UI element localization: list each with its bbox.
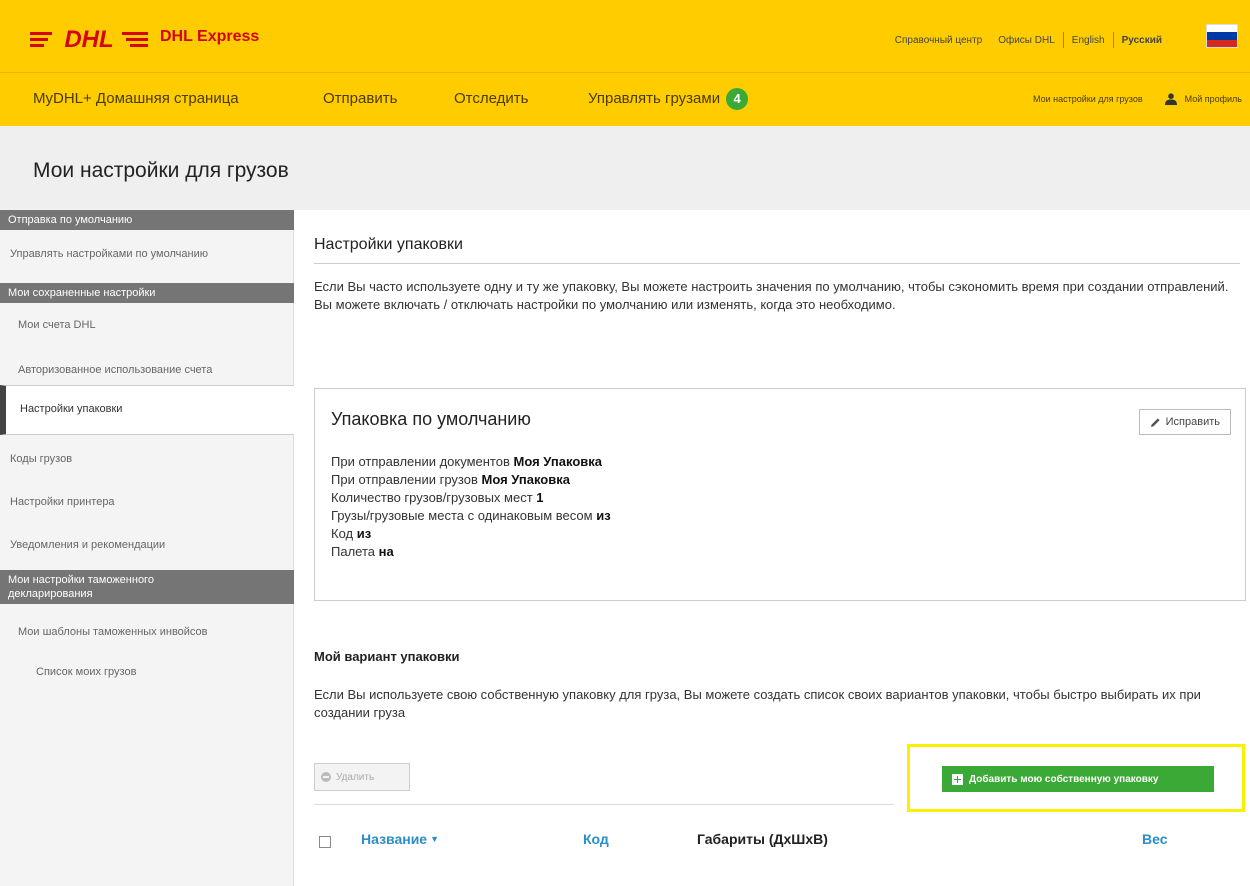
pencil-icon	[1150, 417, 1160, 427]
sort-down-icon: ▼	[430, 834, 440, 844]
sidebar: Отправка по умолчанию Управлять настройк…	[0, 210, 294, 886]
detail-line: При отправлении грузов Моя Упаковка	[331, 471, 611, 489]
logo-subtitle: DHL Express	[160, 28, 260, 45]
default-packaging-card: Упаковка по умолчанию Исправить При отпр…	[314, 388, 1246, 601]
detail-label: При отправлении документов	[331, 454, 510, 469]
svg-text:DHL: DHL	[64, 26, 113, 50]
detail-value: на	[378, 544, 394, 559]
detail-line: Код из	[331, 525, 611, 543]
custom-packaging-text: Если Вы используете свою собственную упа…	[314, 687, 1201, 720]
nav-send[interactable]: Отправить	[323, 90, 397, 107]
card-details: При отправлении документов Моя Упаковка …	[331, 453, 611, 561]
nav-right: Мои настройки для грузов Мой профиль	[1033, 93, 1242, 105]
delete-button-label: Удалить	[336, 771, 375, 783]
sidebar-item-printer-settings[interactable]: Настройки принтера	[10, 496, 115, 508]
english-language-link[interactable]: English	[1064, 35, 1113, 46]
sidebar-heading-line: декларирования	[8, 588, 93, 600]
detail-label: Палета	[331, 544, 375, 559]
detail-line: Количество грузов/грузовых мест 1	[331, 489, 611, 507]
nav-home[interactable]: MyDHL+ Домашняя страница	[33, 90, 239, 107]
add-custom-packaging-button[interactable]: Добавить мою собственную упаковку	[942, 766, 1214, 792]
user-icon	[1164, 93, 1177, 105]
page-title: Мои настройки для грузов	[33, 159, 289, 182]
column-header-weight[interactable]: Вес	[1142, 831, 1168, 847]
detail-value: из	[356, 526, 372, 541]
add-button-label: Добавить мою собственную упаковку	[969, 773, 1159, 785]
sidebar-item-packaging-settings[interactable]: Настройки упаковки	[0, 385, 294, 435]
shipments-count-badge: 4	[726, 88, 749, 110]
card-title: Упаковка по умолчанию	[331, 409, 531, 429]
sidebar-heading-defaults: Отправка по умолчанию	[0, 210, 294, 230]
top-bar: DHL DHL Express Справочный центр Офисы D…	[0, 0, 1250, 72]
main-content: Настройки упаковки Если Вы часто использ…	[294, 210, 1250, 886]
top-links: Справочный центр Офисы DHL English Русск…	[887, 32, 1170, 48]
detail-line: При отправлении документов Моя Упаковка	[331, 453, 611, 471]
detail-value: из	[596, 508, 611, 523]
detail-label: Код	[331, 526, 354, 541]
sidebar-item-dhl-accounts[interactable]: Мои счета DHL	[18, 319, 96, 331]
highlight-box: Добавить мою собственную упаковку	[907, 744, 1245, 812]
detail-value: 1	[536, 490, 544, 505]
plus-square-icon	[952, 773, 963, 785]
edit-button[interactable]: Исправить	[1138, 409, 1231, 435]
sidebar-item-notifications[interactable]: Уведомления и рекомендации	[10, 539, 165, 551]
sidebar-item-shipment-codes[interactable]: Коды грузов	[10, 453, 72, 465]
russian-language-link[interactable]: Русский	[1114, 35, 1170, 46]
sidebar-item-invoice-templates[interactable]: Мои шаблоны таможенных инвойсов	[18, 626, 208, 638]
detail-label: При отправлении грузов	[331, 472, 478, 487]
main-nav: MyDHL+ Домашняя страница Отправить Отсле…	[0, 72, 1250, 126]
sidebar-heading-line: Мои настройки таможенного	[8, 574, 154, 586]
sidebar-heading-saved: Мои сохраненные настройки	[0, 283, 294, 303]
nav-my-profile[interactable]: Мой профиль	[1185, 94, 1242, 104]
dhl-logo-mark: DHL	[30, 26, 148, 50]
column-header-dimensions: Габариты (ДхШхВ)	[697, 831, 828, 847]
minus-circle-icon	[321, 772, 331, 782]
column-header-name[interactable]: Название ▼	[361, 831, 439, 847]
sidebar-item-shipment-list[interactable]: Список моих грузов	[36, 666, 136, 678]
help-center-link[interactable]: Справочный центр	[887, 35, 990, 46]
nav-track[interactable]: Отследить	[454, 90, 528, 107]
column-header-code[interactable]: Код	[583, 831, 609, 847]
sidebar-item-authorized-use[interactable]: Авторизованное использование счета	[18, 364, 212, 376]
section-title: Настройки упаковки	[314, 236, 463, 253]
sidebar-item-label: Настройки упаковки	[20, 403, 123, 415]
russia-flag-icon[interactable]	[1206, 24, 1238, 48]
sidebar-heading-customs: Мои настройки таможенного декларирования	[0, 570, 294, 604]
edit-button-label: Исправить	[1165, 416, 1220, 428]
intro-text: Если Вы часто используете одну и ту же у…	[314, 279, 1229, 312]
detail-line: Грузы/грузовые места с одинаковым весом …	[331, 507, 611, 525]
nav-manage[interactable]: Управлять грузами 4	[588, 88, 749, 110]
detail-value: Моя Упаковка	[513, 454, 602, 469]
detail-label: Количество грузов/грузовых мест	[331, 490, 533, 505]
detail-value: Моя Упаковка	[481, 472, 570, 487]
select-all-checkbox[interactable]	[319, 836, 331, 848]
title-band: Мои настройки для грузов	[0, 126, 1250, 210]
sidebar-item-manage-defaults[interactable]: Управлять настройками по умолчанию	[10, 248, 208, 260]
divider	[314, 804, 894, 805]
custom-packaging-title: Мой вариант упаковки	[314, 649, 460, 664]
detail-label: Грузы/грузовые места с одинаковым весом	[331, 508, 593, 523]
nav-shipment-settings[interactable]: Мои настройки для грузов	[1033, 94, 1143, 104]
dhl-offices-link[interactable]: Офисы DHL	[990, 35, 1063, 46]
nav-manage-label: Управлять грузами	[588, 89, 721, 107]
detail-line: Палета на	[331, 543, 611, 561]
column-header-label: Название	[361, 831, 428, 847]
divider	[314, 263, 1240, 264]
delete-button[interactable]: Удалить	[314, 763, 410, 791]
